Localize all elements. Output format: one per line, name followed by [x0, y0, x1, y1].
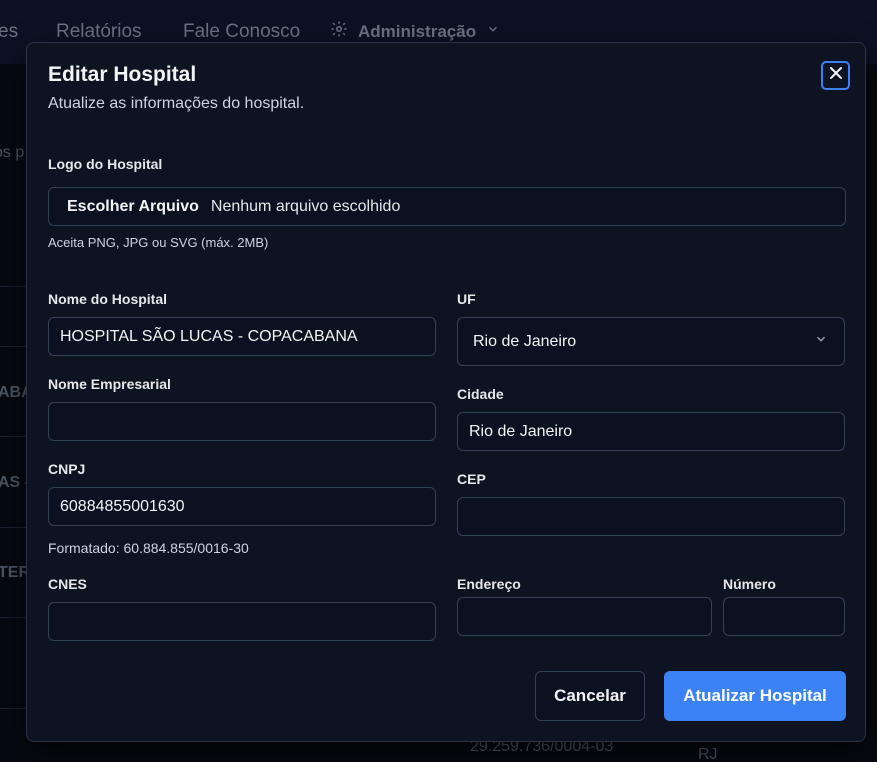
bg-uf-fragment: RJ [698, 746, 718, 762]
hospital-name-label: Nome do Hospital [48, 291, 168, 307]
row-divider [0, 617, 26, 618]
bg-header-fragment: os p [0, 144, 25, 161]
cnes-input[interactable] [48, 602, 436, 641]
company-name-label: Nome Empresarial [48, 376, 171, 392]
row-divider [0, 527, 26, 528]
gear-icon [330, 20, 348, 43]
row-divider [0, 708, 26, 709]
nav-item-admin[interactable]: Administração [330, 20, 500, 43]
uf-label: UF [457, 291, 476, 307]
dialog-subtitle: Atualize as informações do hospital. [48, 95, 305, 112]
close-button[interactable] [821, 61, 850, 90]
chevron-down-icon [814, 332, 828, 351]
cnpj-label: CNPJ [48, 461, 86, 477]
number-input[interactable] [723, 597, 845, 636]
city-label: Cidade [457, 386, 504, 402]
cnpj-input[interactable]: 60884855001630 [48, 487, 436, 526]
close-icon [829, 66, 843, 85]
hospital-name-input[interactable]: HOSPITAL SÃO LUCAS - COPACABANA [48, 317, 436, 356]
cep-input[interactable] [457, 497, 845, 536]
update-hospital-button[interactable]: Atualizar Hospital [664, 671, 846, 721]
cnes-label: CNES [48, 576, 87, 592]
nav-item-partial[interactable]: es [0, 21, 18, 43]
nav-item-contact[interactable]: Fale Conosco [183, 21, 300, 43]
city-input[interactable]: Rio de Janeiro [457, 412, 845, 451]
nav-admin-label: Administração [358, 21, 477, 41]
uf-selected-value: Rio de Janeiro [473, 332, 577, 350]
logo-label: Logo do Hospital [48, 156, 163, 172]
cep-label: CEP [457, 471, 486, 487]
nav-item-reports[interactable]: Relatórios [56, 21, 142, 43]
address-label: Endereço [457, 576, 521, 592]
cancel-button[interactable]: Cancelar [535, 671, 645, 721]
uf-select[interactable]: Rio de Janeiro [457, 317, 845, 366]
cnpj-formatted-hint: Formatado: 60.884.855/0016-30 [48, 540, 249, 556]
company-name-input[interactable] [48, 402, 436, 441]
logo-file-input[interactable]: Escolher Arquivo Nenhum arquivo escolhid… [48, 187, 846, 226]
logo-hint: Aceita PNG, JPG ou SVG (máx. 2MB) [48, 235, 269, 250]
number-label: Número [723, 576, 776, 592]
edit-hospital-dialog: Editar Hospital Atualize as informações … [26, 42, 866, 742]
chevron-down-icon [486, 22, 500, 41]
row-divider [0, 346, 26, 347]
choose-file-button[interactable]: Escolher Arquivo [67, 198, 199, 216]
row-divider [0, 286, 26, 287]
dialog-title: Editar Hospital [48, 63, 197, 86]
address-input[interactable] [457, 597, 712, 636]
row-divider [0, 436, 26, 437]
file-status-text: Nenhum arquivo escolhido [210, 197, 401, 215]
